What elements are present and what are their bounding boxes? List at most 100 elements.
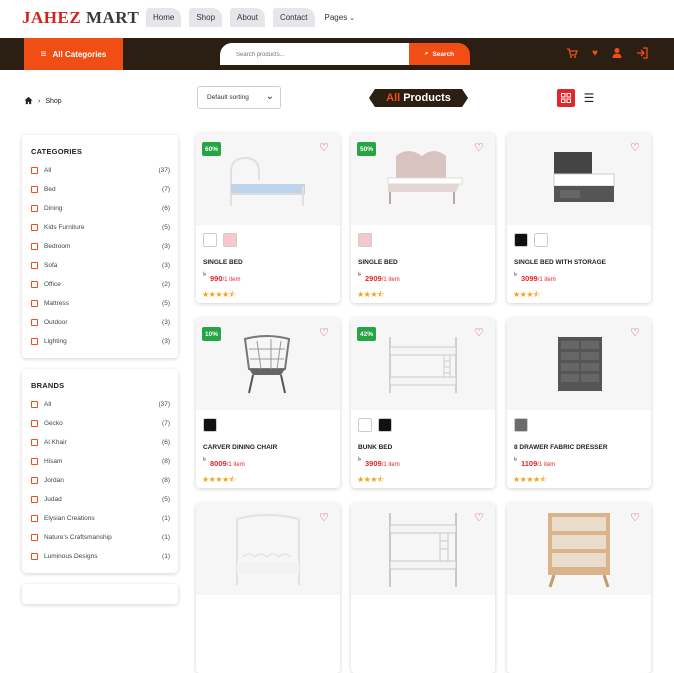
product-card[interactable]: ♡ [351, 503, 495, 673]
price-unit: /1 item [226, 462, 245, 468]
product-price: 3909/1 item [365, 459, 400, 468]
category-filter-item[interactable]: Kids Furniture (5) [31, 221, 170, 233]
nav-home[interactable]: Home [146, 8, 182, 27]
wishlist-heart-icon[interactable]: ♡ [474, 328, 484, 339]
color-swatch[interactable] [203, 233, 217, 247]
checkbox[interactable] [31, 400, 38, 408]
color-swatch[interactable] [223, 233, 237, 247]
wishlist-heart-icon[interactable]: ♡ [319, 328, 329, 339]
filter-label: Kids Furniture [44, 223, 85, 231]
category-filter-item[interactable]: Outdoor (3) [31, 316, 170, 328]
cart-icon[interactable] [566, 47, 578, 64]
checkbox[interactable] [31, 552, 38, 560]
currency-symbol: ৳ [203, 272, 206, 278]
category-filter-item[interactable]: Lighting (3) [31, 335, 170, 347]
wishlist-heart-icon[interactable]: ♡ [630, 328, 640, 339]
product-card[interactable]: ♡ SINGLE BED WITH STORAGE ৳ 3099/1 item ★★★⯪ [507, 133, 651, 303]
brand-filter-item[interactable]: Nature's Craftsmanship (1) [31, 531, 170, 543]
filter-count: (7) [162, 185, 170, 193]
wishlist-heart-icon[interactable]: ♡ [474, 143, 484, 154]
category-filter-item[interactable]: Bedroom (3) [31, 240, 170, 252]
checkbox[interactable] [31, 457, 38, 465]
color-swatch[interactable] [514, 233, 528, 247]
product-card[interactable]: 60% ♡ SINGLE BED ৳ 990/1 item ★★★★⯪ [196, 133, 340, 303]
checkbox[interactable] [31, 261, 38, 269]
user-icon[interactable] [612, 47, 622, 64]
brand-filter-item[interactable]: Judad (5) [31, 493, 170, 505]
category-filter-item[interactable]: Bed (7) [31, 183, 170, 195]
category-filter-item[interactable]: Office (2) [31, 278, 170, 290]
filter-label: Bedroom [44, 242, 71, 250]
product-name[interactable]: SINGLE BED WITH STORAGE [514, 259, 606, 266]
nav-about[interactable]: About [230, 8, 265, 27]
checkbox[interactable] [31, 495, 38, 503]
home-icon[interactable] [24, 96, 33, 107]
checkbox[interactable] [31, 204, 38, 212]
grid-view-button[interactable] [557, 89, 575, 107]
checkbox[interactable] [31, 533, 38, 541]
color-swatch[interactable] [203, 418, 217, 432]
checkbox[interactable] [31, 438, 38, 446]
color-swatch[interactable] [514, 418, 528, 432]
color-swatch[interactable] [358, 233, 372, 247]
checkbox[interactable] [31, 419, 38, 427]
product-name[interactable]: 8 DRAWER FABRIC DRESSER [514, 444, 608, 451]
wishlist-heart-icon[interactable]: ♥ [592, 47, 598, 64]
brand-filter-item[interactable]: Al Khair (6) [31, 436, 170, 448]
sort-select[interactable]: Default sorting ⌄ [197, 86, 281, 109]
filter-count: (7) [162, 419, 170, 427]
checkbox[interactable] [31, 185, 38, 193]
product-card[interactable]: 42% ♡ BUNK BED ৳ 3909/1 item ★★★⯪ [351, 318, 495, 488]
product-name[interactable]: BUNK BED [358, 444, 392, 451]
wishlist-heart-icon[interactable]: ♡ [630, 143, 640, 154]
color-swatch[interactable] [534, 233, 548, 247]
brand-filter-item[interactable]: Elysian Creations (1) [31, 512, 170, 524]
search-input[interactable] [220, 44, 400, 66]
nav-contact[interactable]: Contact [272, 8, 315, 27]
all-categories-button[interactable]: ≡ All Categories [24, 38, 123, 70]
checkbox[interactable] [31, 318, 38, 326]
category-filter-item[interactable]: Dining (6) [31, 202, 170, 214]
checkbox[interactable] [31, 166, 38, 174]
checkbox[interactable] [31, 337, 38, 345]
checkbox[interactable] [31, 514, 38, 522]
nav-shop[interactable]: Shop [189, 8, 223, 27]
nav-pages-dropdown[interactable]: Pages ⌄ [323, 8, 358, 27]
checkbox[interactable] [31, 242, 38, 250]
logout-icon[interactable] [636, 47, 648, 64]
color-swatch[interactable] [378, 418, 392, 432]
product-card[interactable]: ♡ [196, 503, 340, 673]
filter-label: Bed [44, 185, 56, 193]
product-name[interactable]: CARVER DINING CHAIR [203, 444, 277, 451]
search-button[interactable]: ⌕ Search [409, 43, 470, 65]
brand-logo[interactable]: JAHEZ MART [22, 8, 139, 28]
brand-filter-item[interactable]: Hisam (8) [31, 455, 170, 467]
wishlist-heart-icon[interactable]: ♡ [630, 513, 640, 524]
checkbox[interactable] [31, 223, 38, 231]
product-card[interactable]: ♡ [507, 503, 651, 673]
color-swatch[interactable] [358, 418, 372, 432]
brand-logo-part1: JAHEZ [22, 8, 82, 27]
checkbox[interactable] [31, 280, 38, 288]
checkbox[interactable] [31, 476, 38, 484]
rating-stars: ★★★★⯪ [513, 475, 547, 484]
wishlist-heart-icon[interactable]: ♡ [319, 143, 329, 154]
category-filter-item[interactable]: Sofa (3) [31, 259, 170, 271]
brand-filter-item[interactable]: All (37) [31, 398, 170, 410]
wishlist-heart-icon[interactable]: ♡ [474, 513, 484, 524]
list-view-button[interactable]: ☰ [582, 89, 596, 107]
checkbox[interactable] [31, 299, 38, 307]
brand-filter-item[interactable]: Luminous Designs (1) [31, 550, 170, 562]
product-card[interactable]: ♡ 8 DRAWER FABRIC DRESSER ৳ 1109/1 item ★★★★… [507, 318, 651, 488]
category-filter-item[interactable]: Mattress (5) [31, 297, 170, 309]
wishlist-heart-icon[interactable]: ♡ [319, 513, 329, 524]
product-name[interactable]: SINGLE BED [203, 259, 243, 266]
category-filter-item[interactable]: All (37) [31, 164, 170, 176]
brand-filter-item[interactable]: Gecko (7) [31, 417, 170, 429]
product-card[interactable]: 10% ♡ CARVER DINING CHAIR ৳ 8009/1 item ★★★★⯪ [196, 318, 340, 488]
brand-filter-item[interactable]: Jordan (8) [31, 474, 170, 486]
chevron-right-icon: › [38, 98, 41, 105]
product-card[interactable]: 50% ♡ SINGLE BED ৳ 2909/1 item ★★★⯪ [351, 133, 495, 303]
product-name[interactable]: SINGLE BED [358, 259, 398, 266]
chevron-down-icon: ⌄ [347, 15, 356, 22]
